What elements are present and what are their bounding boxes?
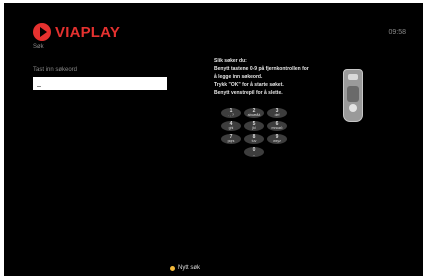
key-letters: jkl [252, 126, 256, 130]
tv-screen: VIAPLAY 09:58 Søk Tast inn søkeord Slik … [4, 3, 423, 276]
keypad-key-8[interactable]: 8 tuv [244, 134, 264, 144]
instructions-heading: Slik søker du: [214, 58, 247, 64]
search-instructions: Slik søker du: Benytt tastene 0-9 på fje… [214, 57, 339, 97]
key-letters: . , ? [228, 113, 234, 117]
clock: 09:58 [388, 29, 406, 36]
brand-name: VIAPLAY [55, 23, 121, 41]
key-letters: def [274, 113, 280, 117]
remote-display [348, 74, 358, 80]
key-letters: pqrs [227, 139, 235, 143]
keypad-key-3[interactable]: 3 def [267, 108, 287, 118]
keypad-key-4[interactable]: 4 ghi [221, 121, 241, 131]
key-letters: ghi [228, 126, 234, 130]
key-letters: wxyz [273, 139, 281, 143]
instruction-line: Benytt venstrepil for å slette. [214, 90, 283, 96]
keypad-key-7[interactable]: 7 pqrs [221, 134, 241, 144]
page-title: Søk [33, 44, 44, 50]
remote-buttons [347, 86, 359, 102]
yellow-button-icon [170, 265, 175, 271]
remote-nav-wheel [349, 104, 357, 112]
key-letters: mnoøö [271, 126, 283, 130]
instruction-line: Trykk "OK" for å starte søket. [214, 82, 284, 88]
new-search-button[interactable]: Nytt søk [170, 265, 200, 271]
keypad-key-5[interactable]: 5 jkl [244, 121, 264, 131]
search-input-label: Tast inn søkeord [33, 67, 78, 73]
viaplay-play-icon [33, 23, 51, 41]
instruction-line: Benytt tastene 0-9 på fjernkontrollen fo… [214, 66, 309, 72]
key-letters: tuv [251, 139, 257, 143]
keypad-key-0[interactable]: 0 _ [244, 147, 264, 157]
search-input[interactable] [33, 77, 167, 90]
numeric-keypad: 1. , ? 2 abcæåä 3 def 4 ghi 5 jkl 6 mnoøö 7 pq… [221, 108, 287, 160]
key-letters: abcæåä [247, 113, 261, 117]
keypad-key-1[interactable]: 1. , ? [221, 108, 241, 118]
key-letters: _ [253, 152, 255, 156]
keypad-key-2[interactable]: 2 abcæåä [244, 108, 264, 118]
viaplay-logo: VIAPLAY [33, 22, 120, 42]
keypad-key-9[interactable]: 9 wxyz [267, 134, 287, 144]
instruction-line: å legge inn søkeord. [214, 74, 263, 80]
keypad-key-6[interactable]: 6 mnoøö [267, 121, 287, 131]
new-search-label: Nytt søk [178, 265, 200, 271]
remote-control-icon [343, 69, 363, 122]
